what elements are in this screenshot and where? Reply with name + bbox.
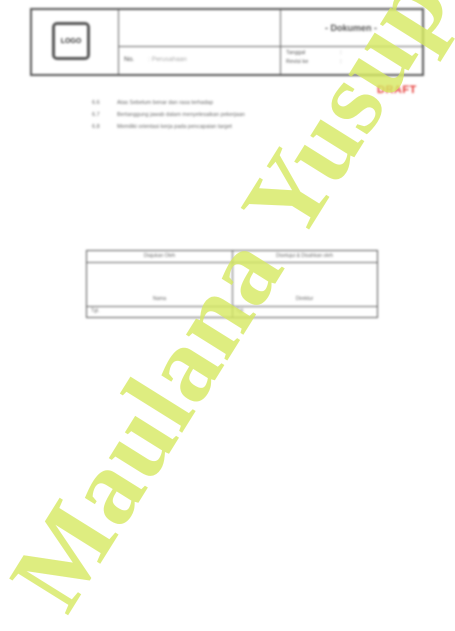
draft-stamp: DRAFT (377, 84, 417, 96)
meta-value: : (340, 59, 342, 65)
meta-tanggal: Tanggal : (286, 50, 342, 56)
logo-text: LOGO (60, 37, 82, 45)
item-text: Memiliki orientasi kerja pada pencapaian… (117, 124, 232, 130)
criteria-list: 6.6 Atas Sebelum benar dan rasa terhadap … (92, 100, 245, 136)
table-divider (232, 251, 233, 317)
table-divider (87, 262, 377, 263)
document-title: - Dokumen - (280, 10, 422, 47)
signature-table: Diajukan Oleh Disetujui & Disahkan oleh … (86, 250, 378, 318)
item-text: Bertanggung jawab dalam menyelesaikan pe… (117, 112, 245, 118)
company-logo: LOGO (52, 22, 90, 60)
item-number: 6.7 (92, 112, 100, 118)
item-text: Atas Sebelum benar dan rasa terhadap (117, 100, 214, 106)
signature-date-left: Tgl. (91, 308, 100, 314)
document-header: LOGO No. : Perusahaan - Dokumen - Tanggal… (30, 8, 424, 76)
meta-value: : (340, 50, 342, 56)
signature-date-right: Tgl. (236, 308, 245, 314)
meta-label: Revisi ke (286, 59, 309, 65)
document-number: No. : Perusahaan (124, 56, 187, 63)
list-item: 6.6 Atas Sebelum benar dan rasa terhadap (92, 100, 245, 112)
logo-cell: LOGO (32, 10, 119, 74)
signature-header-left: Diajukan Oleh (143, 253, 176, 259)
meta-revisi: Revisi ke : (286, 59, 342, 65)
no-label: No. (124, 56, 135, 63)
table-divider (87, 306, 377, 307)
item-number: 6.6 (92, 100, 100, 106)
no-value: : Perusahaan (148, 56, 187, 63)
meta-label: Tanggal (286, 50, 306, 56)
header-middle-top (118, 10, 280, 47)
signature-header-right: Disetujui & Disahkan oleh (276, 253, 333, 259)
list-item: 6.8 Memiliki orientasi kerja pada pencapa… (92, 124, 245, 136)
item-number: 6.8 (92, 124, 100, 130)
document-page: LOGO No. : Perusahaan - Dokumen - Tanggal… (0, 0, 455, 588)
signature-name-left: Nama (152, 296, 167, 302)
header-middle-cell: No. : Perusahaan (118, 10, 281, 74)
header-right-cell: - Dokumen - Tanggal : Revisi ke : (280, 10, 422, 74)
signature-name-right: Direktur (295, 296, 314, 302)
list-item: 6.7 Bertanggung jawab dalam menyelesaikan… (92, 112, 245, 124)
